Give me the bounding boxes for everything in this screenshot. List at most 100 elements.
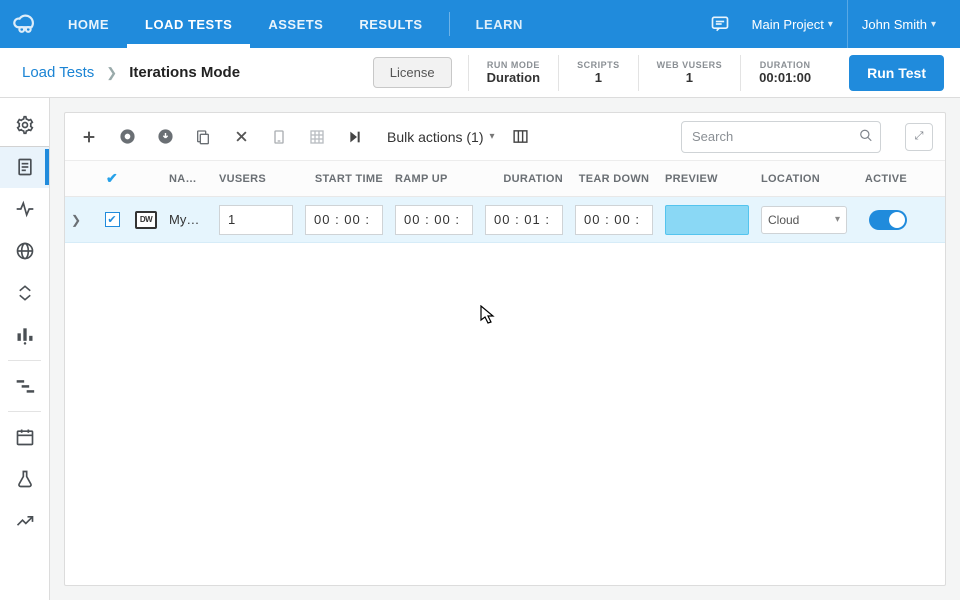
script-type-badge: DW [135, 211, 157, 229]
download-icon[interactable] [153, 125, 177, 149]
col-ramp-up[interactable]: RAMP UP [389, 173, 479, 185]
col-vusers[interactable]: VUSERS [213, 173, 299, 185]
stat-label: SCRIPTS [577, 60, 620, 70]
comments-icon[interactable] [702, 6, 738, 42]
nav-results[interactable]: RESULTS [341, 0, 440, 48]
table-header: ✔ NA… VUSERS START TIME RAMP UP DURATION… [65, 161, 945, 197]
document-lines-icon [15, 157, 35, 177]
license-button[interactable]: License [373, 57, 452, 88]
rail-scripts[interactable] [0, 146, 49, 188]
nav-divider [449, 12, 450, 36]
project-selector[interactable]: Main Project ▾ [738, 0, 847, 48]
calendar-icon [15, 427, 35, 447]
rail-collapse[interactable] [0, 272, 49, 314]
flask-icon [15, 469, 35, 489]
breadcrumb-separator: ❯ [106, 65, 117, 81]
stat-web-vusers: WEB VUSERS 1 [638, 55, 741, 91]
table-row: ❯ ✔ DW MySc… Cloud ▾ [65, 197, 945, 243]
stat-value: 1 [577, 70, 620, 85]
row-checkbox[interactable]: ✔ [105, 212, 120, 227]
start-time-input[interactable] [305, 205, 383, 235]
col-location[interactable]: LOCATION [755, 173, 853, 185]
bulk-actions-label: Bulk actions (1) [387, 129, 483, 145]
bulk-actions-menu[interactable]: Bulk actions (1) ▾ [387, 129, 495, 145]
rail-separator [8, 360, 41, 361]
close-icon[interactable] [229, 125, 253, 149]
main-content: Bulk actions (1) ▾ ⤢ ✔ NA… [50, 98, 960, 600]
row-expander[interactable]: ❯ [71, 213, 81, 227]
col-duration[interactable]: DURATION [479, 173, 569, 185]
breadcrumb-root[interactable]: Load Tests [22, 64, 94, 81]
copy-icon[interactable] [191, 125, 215, 149]
nav-links: HOME LOAD TESTS ASSETS RESULTS LEARN [50, 0, 541, 48]
vusers-input[interactable] [219, 205, 293, 235]
rail-lab[interactable] [0, 458, 49, 500]
expand-panel-icon[interactable]: ⤢ [905, 123, 933, 151]
scripts-panel: Bulk actions (1) ▾ ⤢ ✔ NA… [64, 112, 946, 586]
chevron-down-icon: ▾ [828, 19, 833, 30]
rail-settings[interactable] [0, 104, 49, 146]
stat-label: WEB VUSERS [657, 60, 723, 70]
nav-load-tests[interactable]: LOAD TESTS [127, 0, 250, 48]
trend-up-icon [15, 511, 35, 531]
chevron-down-icon: ▾ [489, 131, 494, 142]
tear-down-input[interactable] [575, 205, 653, 235]
col-tear-down[interactable]: TEAR DOWN [569, 173, 659, 185]
grid-icon[interactable] [305, 125, 329, 149]
stat-label: DURATION [759, 60, 811, 70]
panel-toolbar: Bulk actions (1) ▾ ⤢ [65, 113, 945, 161]
col-preview[interactable]: PREVIEW [659, 173, 755, 185]
sub-header: Load Tests ❯ Iterations Mode License RUN… [0, 48, 960, 98]
stat-label: RUN MODE [487, 60, 540, 70]
load-preview-graph [665, 205, 749, 235]
stat-value: Duration [487, 70, 540, 85]
run-test-button[interactable]: Run Test [849, 55, 944, 91]
user-name: John Smith [862, 17, 927, 32]
row-name[interactable]: MySc… [169, 212, 207, 227]
rail-activity[interactable] [0, 188, 49, 230]
nav-home[interactable]: HOME [50, 0, 127, 48]
rail-network[interactable] [0, 230, 49, 272]
stat-value: 1 [657, 70, 723, 85]
columns-icon[interactable] [509, 125, 533, 149]
active-toggle[interactable] [869, 210, 907, 230]
top-nav: HOME LOAD TESTS ASSETS RESULTS LEARN Mai… [0, 0, 960, 48]
steps-icon [15, 376, 35, 396]
app-logo[interactable] [0, 0, 50, 48]
chevron-down-icon: ▾ [931, 19, 936, 30]
add-icon[interactable] [77, 125, 101, 149]
rail-sla[interactable] [0, 314, 49, 356]
stat-duration: DURATION 00:01:00 [740, 55, 829, 91]
col-active[interactable]: ACTIVE [853, 173, 919, 185]
select-all-checkbox[interactable]: ✔ [106, 170, 118, 187]
ramp-up-input[interactable] [395, 205, 473, 235]
stat-value: 00:01:00 [759, 70, 811, 85]
col-name[interactable]: NA… [163, 173, 213, 185]
gear-icon [15, 115, 35, 135]
breadcrumb-current: Iterations Mode [129, 64, 240, 81]
user-menu[interactable]: John Smith ▾ [847, 0, 950, 48]
col-start-time[interactable]: START TIME [299, 173, 389, 185]
stat-scripts: SCRIPTS 1 [558, 55, 638, 91]
source-icon[interactable] [115, 125, 139, 149]
search-field [681, 121, 881, 153]
bars-icon [15, 325, 35, 345]
skip-end-icon[interactable] [343, 125, 367, 149]
chevron-down-icon: ▾ [835, 214, 840, 225]
project-name: Main Project [752, 17, 824, 32]
search-input[interactable] [681, 121, 881, 153]
nav-learn[interactable]: LEARN [458, 0, 541, 48]
duration-input[interactable] [485, 205, 563, 235]
rail-schedule[interactable] [0, 416, 49, 458]
nav-assets[interactable]: ASSETS [250, 0, 341, 48]
rail-separator [8, 411, 41, 412]
location-select[interactable]: Cloud ▾ [761, 206, 847, 234]
stat-group: RUN MODE Duration SCRIPTS 1 WEB VUSERS 1… [468, 48, 830, 97]
device-icon[interactable] [267, 125, 291, 149]
rail-trends[interactable] [0, 500, 49, 542]
collapse-icon [16, 284, 34, 302]
rail-steps[interactable] [0, 365, 49, 407]
stat-run-mode: RUN MODE Duration [468, 55, 558, 91]
location-value: Cloud [768, 213, 799, 227]
activity-icon [15, 199, 35, 219]
